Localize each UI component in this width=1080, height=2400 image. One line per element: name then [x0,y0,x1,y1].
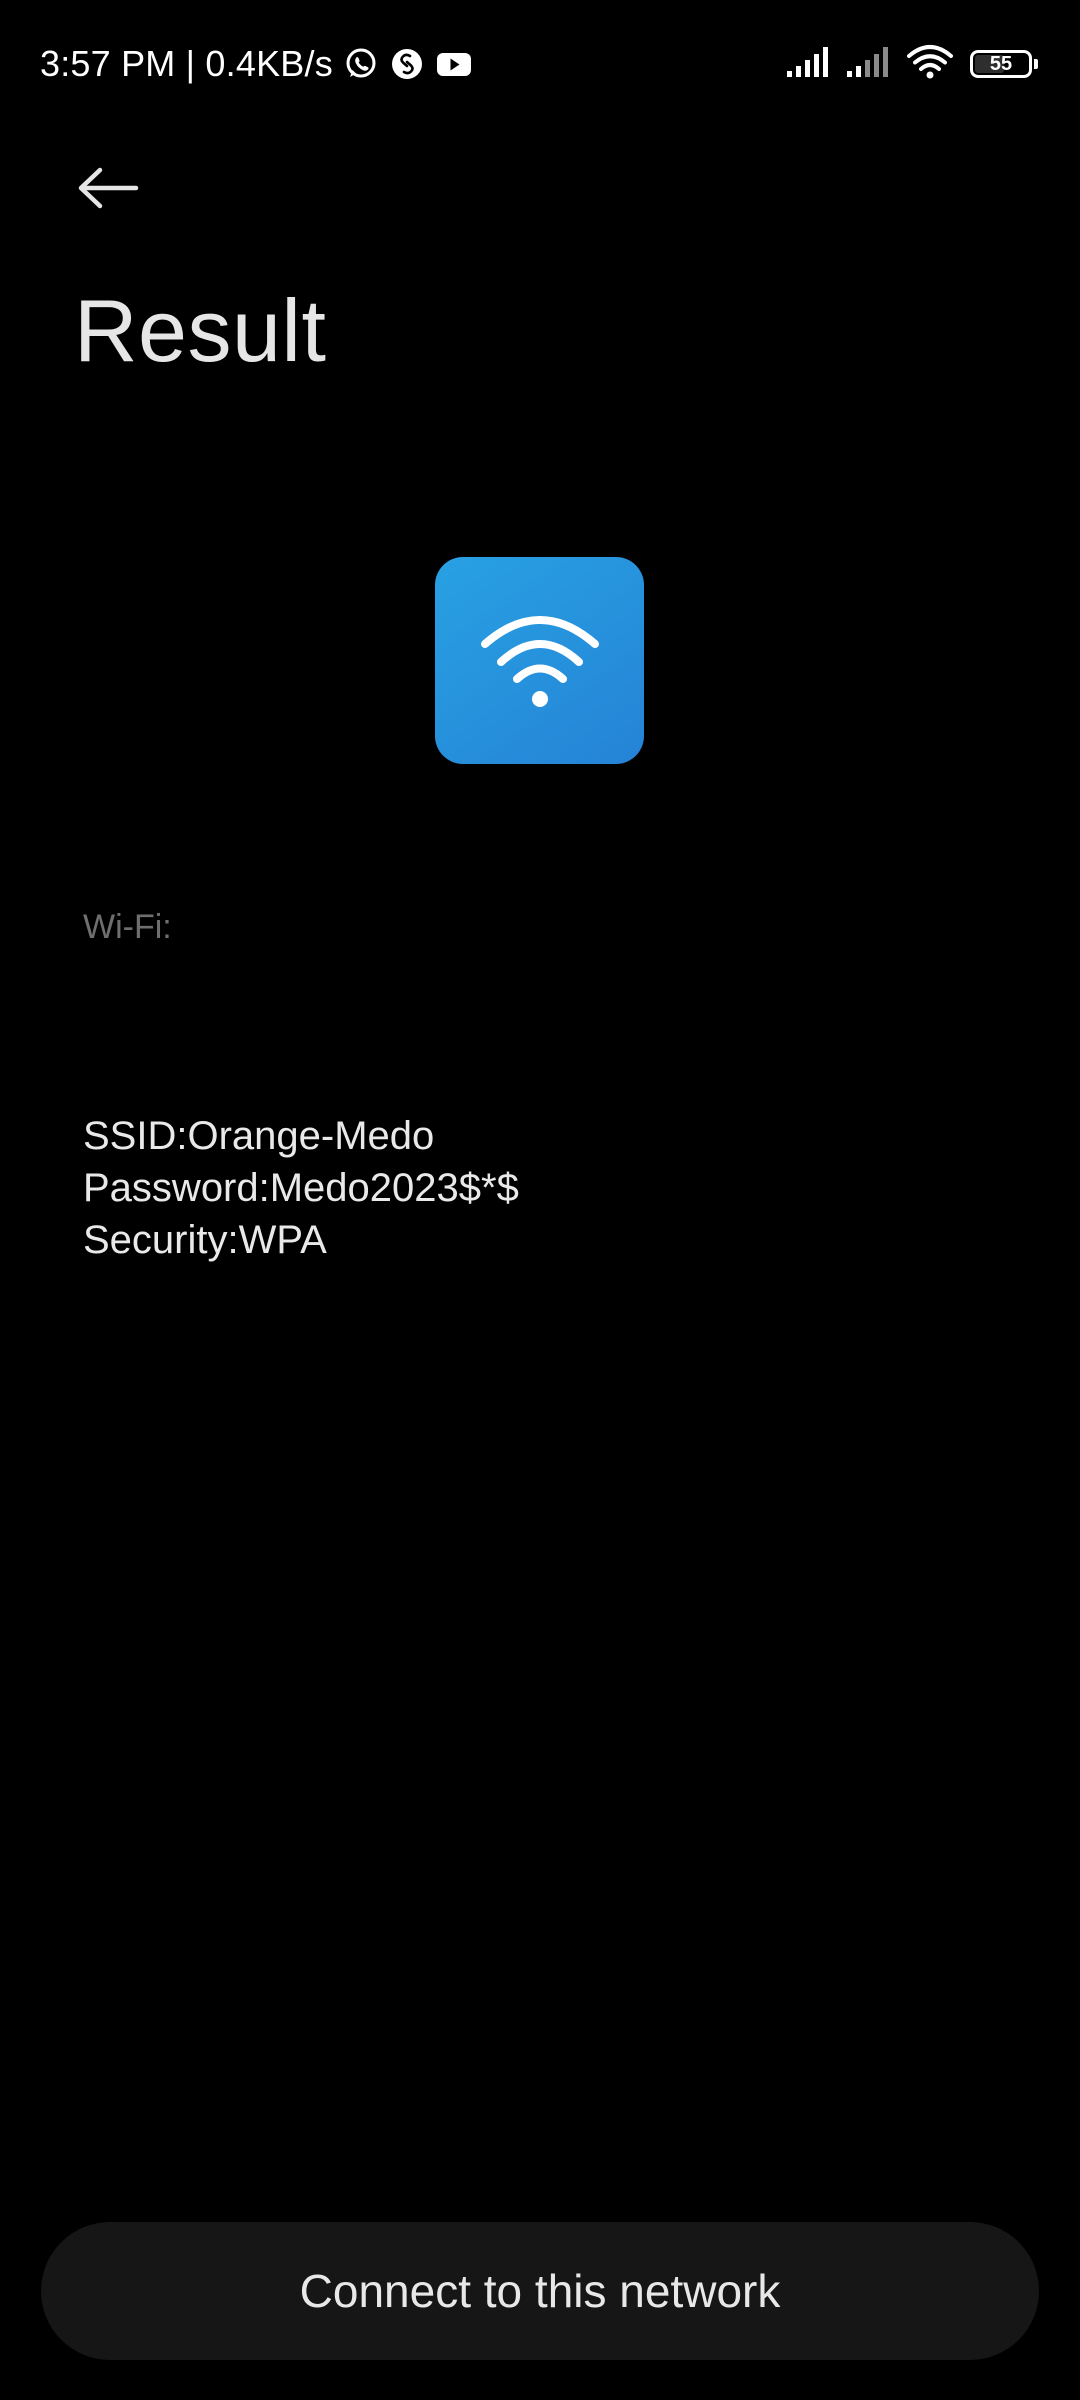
wifi-status-icon [906,44,954,85]
status-bar: 3:57 PM | 0.4KB/s 55 [0,0,1080,130]
password-text: Password:Medo2023$*$ [83,1166,519,1210]
wifi-icon [480,615,599,707]
security-text: Security:WPA [83,1218,327,1262]
battery-icon: 55 [970,50,1038,78]
signal-strength-icon [786,45,836,84]
signal-strength-icon [846,45,896,84]
back-button[interactable] [66,146,150,230]
status-time: 3:57 PM | 0.4KB/s [40,43,333,84]
whatsapp-icon [343,46,379,82]
connect-button[interactable]: Connect to this network [41,2222,1039,2360]
wifi-result-tile [435,557,644,764]
status-right: 55 [786,44,1038,85]
status-left: 3:57 PM | 0.4KB/s [40,40,471,88]
back-arrow-icon [78,167,139,209]
result-type-label: Wi-Fi: [83,908,172,946]
ssid-text: SSID:Orange-Medo [83,1114,435,1158]
shazam-icon [389,46,425,82]
wifi-details: SSID:Orange-Medo Password:Medo2023$*$ Se… [83,1110,519,1266]
page-title: Result [74,281,327,380]
youtube-icon [435,46,471,82]
battery-percentage: 55 [989,53,1013,75]
